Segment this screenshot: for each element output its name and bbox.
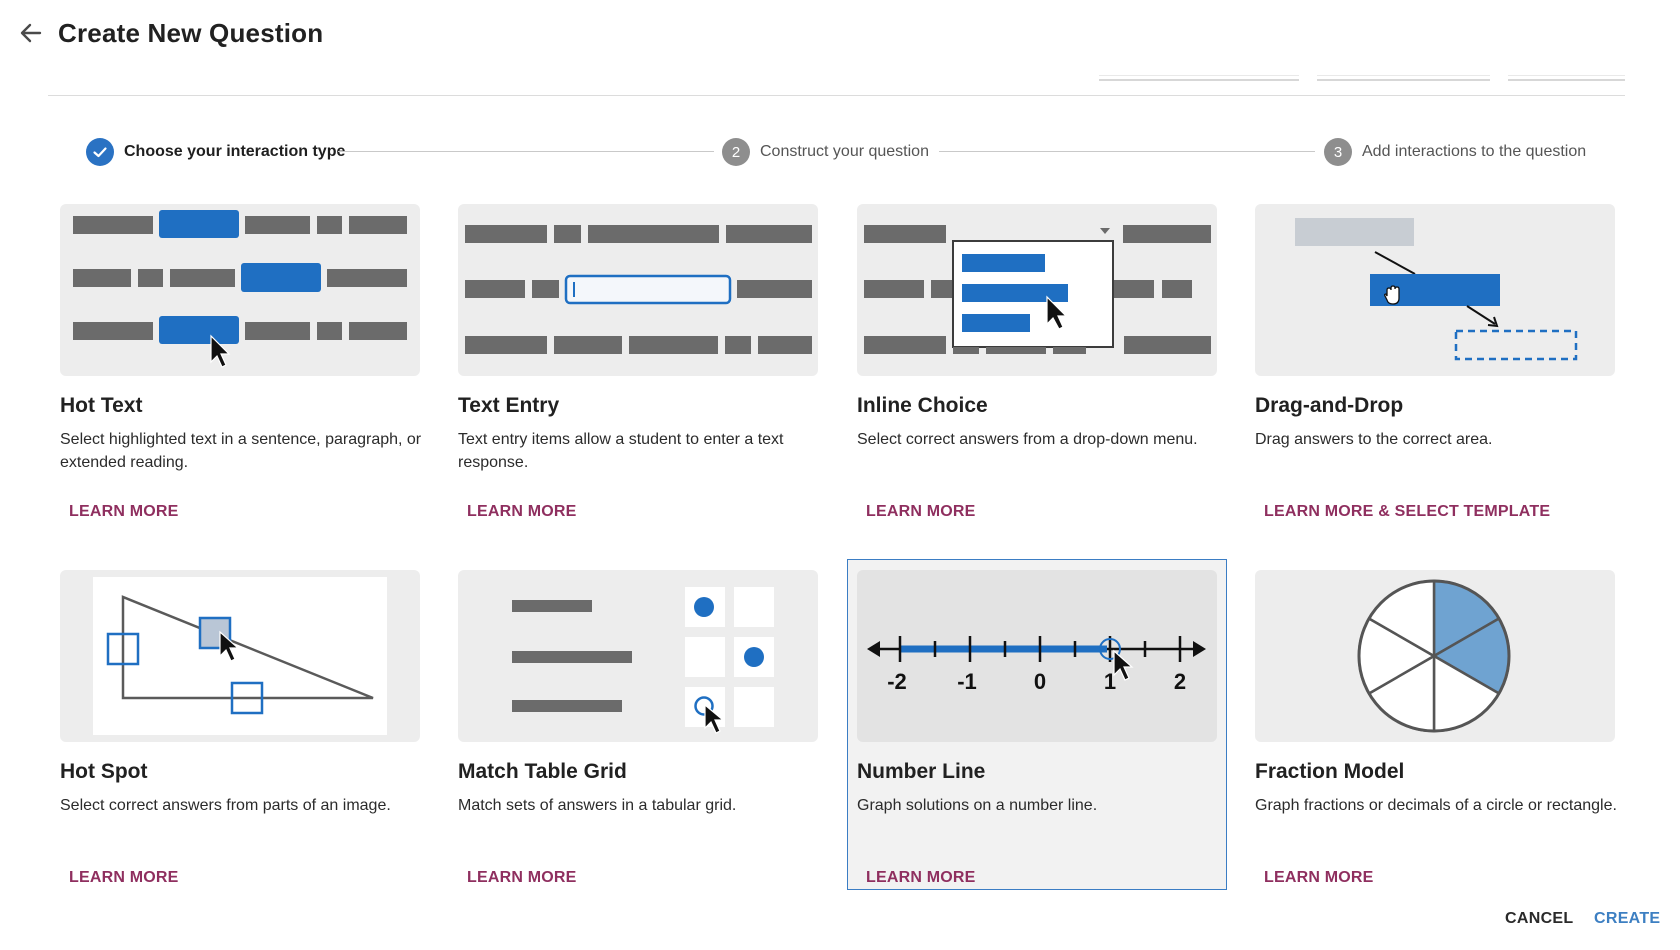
card-fraction-model[interactable]: Fraction Model Graph fractions or decima… (1255, 570, 1635, 900)
step-add-interactions: 3 Add interactions to the question (1324, 137, 1586, 167)
learn-more-link[interactable]: LEARN MORE (866, 869, 976, 887)
cancel-button[interactable]: CANCEL (1505, 910, 1573, 928)
grab-hand-icon (1384, 285, 1400, 305)
learn-more-link[interactable]: LEARN MORE (467, 869, 577, 887)
card-description: Match sets of answers in a tabular grid. (458, 797, 737, 814)
dialog-header: Create New Question (0, 0, 1680, 70)
learn-more-link[interactable]: LEARN MORE (1264, 869, 1374, 887)
card-description: Select correct answers from parts of an … (60, 797, 391, 814)
card-description: Graph fractions or decimals of a circle … (1255, 797, 1617, 814)
arrow-left-icon (20, 23, 42, 43)
card-title: Number Line (857, 760, 986, 783)
header-divider (48, 95, 1625, 96)
card-drag-and-drop[interactable]: Drag-and-Drop Drag answers to the correc… (1255, 204, 1635, 534)
progress-stepper: Choose your interaction type 2 Construct… (86, 137, 1596, 167)
learn-more-link[interactable]: LEARN MORE (866, 503, 976, 521)
card-title: Inline Choice (857, 394, 988, 417)
card-description: Drag answers to the correct area. (1255, 431, 1493, 448)
card-title: Match Table Grid (458, 760, 627, 783)
card-description: Graph solutions on a number line. (857, 797, 1098, 814)
learn-more-link[interactable]: LEARN MORE (467, 503, 577, 521)
step-connector (338, 151, 714, 152)
card-inner: -2 -1 0 1 2 Number Line Graph solutions … (857, 570, 1217, 886)
learn-more-link[interactable]: LEARN MORE (69, 869, 179, 887)
tick-label: 2 (1174, 669, 1186, 694)
card-title: Fraction Model (1255, 760, 1405, 783)
number-line-illustration: -2 -1 0 1 2 (857, 570, 1217, 742)
step-number: 2 (722, 138, 750, 166)
card-text-entry[interactable]: Text Entry Text entry items allow a stud… (458, 204, 838, 534)
step-construct-question: 2 Construct your question (722, 137, 929, 167)
step-number: 3 (1324, 138, 1352, 166)
step-choose-interaction: Choose your interaction type (86, 137, 345, 167)
page-title: Create New Question (58, 18, 324, 48)
card-description: Select highlighted text in a sentence, p… (60, 431, 422, 471)
tick-label: -2 (887, 669, 907, 694)
fraction-model-illustration (1255, 570, 1615, 742)
create-button[interactable]: CREATE (1594, 910, 1660, 928)
tick-label: 0 (1034, 669, 1046, 694)
card-hot-text[interactable]: Hot Text Select highlighted text in a se… (60, 204, 440, 534)
card-description: Select correct answers from a drop-down … (857, 431, 1198, 448)
card-title: Drag-and-Drop (1255, 394, 1404, 417)
match-table-grid-illustration (458, 570, 818, 742)
card-title: Text Entry (458, 394, 560, 417)
card-title: Hot Spot (60, 760, 148, 783)
step-connector (939, 151, 1315, 152)
step-label: Add interactions to the question (1362, 143, 1587, 160)
card-description: Text entry items allow a student to ente… (458, 431, 784, 471)
hot-spot-illustration (60, 570, 420, 742)
learn-more-link[interactable]: LEARN MORE (69, 503, 179, 521)
tick-label: -1 (957, 669, 977, 694)
card-hot-spot[interactable]: Hot Spot Select correct answers from par… (60, 570, 440, 900)
learn-more-select-template-link[interactable]: LEARN MORE & SELECT TEMPLATE (1264, 503, 1550, 521)
step-label: Construct your question (760, 143, 929, 160)
text-entry-illustration (458, 204, 818, 376)
card-title: Hot Text (60, 394, 143, 417)
card-inline-choice[interactable]: Inline Choice Select correct answers fro… (857, 204, 1237, 534)
card-number-line[interactable]: -2 -1 0 1 2 Number Line Graph solutions … (847, 559, 1227, 890)
drag-and-drop-illustration (1255, 204, 1615, 376)
back-button[interactable] (16, 18, 46, 48)
hot-text-illustration (60, 204, 420, 376)
card-match-table-grid[interactable]: Match Table Grid Match sets of answers i… (458, 570, 838, 900)
check-circle-icon (86, 138, 114, 166)
inline-choice-illustration (857, 204, 1217, 376)
step-label: Choose your interaction type (124, 143, 346, 160)
